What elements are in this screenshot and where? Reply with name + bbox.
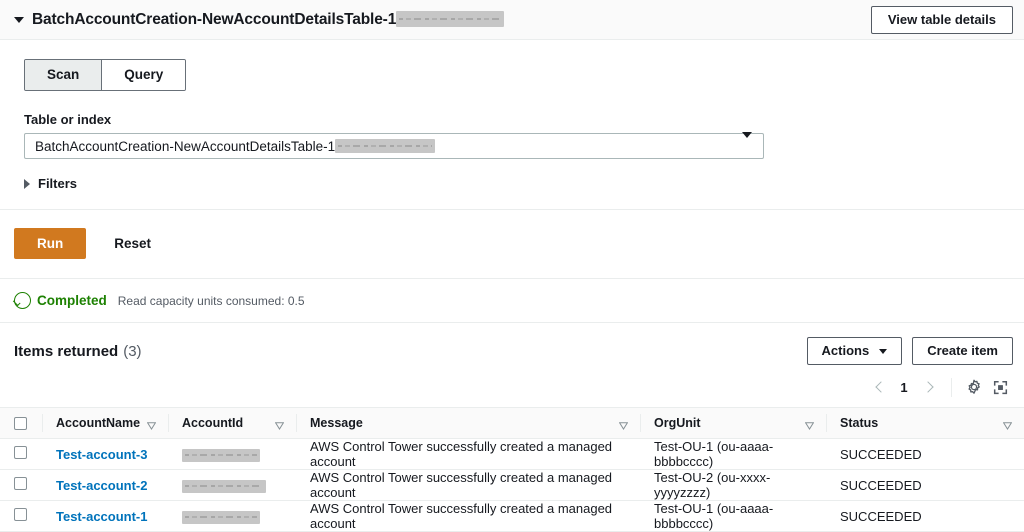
- results-header: Items returned (3) Actions Create item: [0, 323, 1024, 365]
- select-all-checkbox[interactable]: [14, 416, 27, 430]
- page-number-1[interactable]: 1: [893, 380, 915, 395]
- pagination: 1: [0, 365, 1024, 400]
- cell-accountname: Test-account-3: [42, 438, 168, 470]
- query-status: Completed Read capacity units consumed: …: [0, 279, 1024, 309]
- page-title: BatchAccountCreation-NewAccountDetailsTa…: [32, 10, 505, 29]
- row-checkbox[interactable]: [14, 508, 27, 521]
- column-header-status[interactable]: Status: [826, 407, 1024, 439]
- table-or-index-value-text: BatchAccountCreation-NewAccountDetailsTa…: [35, 138, 336, 154]
- redacted-account-id: [182, 479, 266, 493]
- account-name-link[interactable]: Test-account-1: [56, 509, 148, 524]
- query-panel: Scan Query Table or index BatchAccountCr…: [0, 40, 1024, 532]
- redacted-title-suffix: [396, 11, 505, 28]
- redacted-table-suffix: [335, 139, 436, 153]
- caret-down-icon[interactable]: [742, 132, 752, 154]
- cell-message: AWS Control Tower successfully created a…: [296, 469, 640, 501]
- page-title-text: BatchAccountCreation-NewAccountDetailsTa…: [32, 10, 397, 28]
- cell-orgunit: Test-OU-2 (ou-xxxx-yyyyzzzz): [640, 469, 826, 501]
- cell-status: SUCCEEDED: [826, 469, 1024, 501]
- column-header-status-label: Status: [840, 416, 879, 430]
- table-header: AccountName AccountId Message OrgUnit St…: [0, 407, 1024, 439]
- column-header-accountname[interactable]: AccountName: [42, 407, 168, 439]
- chevron-right-icon[interactable]: [915, 374, 943, 400]
- caret-right-icon: [24, 178, 30, 189]
- cell-accountname: Test-account-2: [42, 469, 168, 501]
- redacted-account-id: [182, 510, 260, 524]
- tab-scan[interactable]: Scan: [25, 60, 102, 90]
- column-header-accountname-label: AccountName: [56, 416, 141, 430]
- view-table-details-button[interactable]: View table details: [870, 5, 1013, 34]
- check-circle-icon: [14, 292, 31, 309]
- tab-query[interactable]: Query: [102, 60, 186, 90]
- row-select-cell: [0, 438, 42, 470]
- cell-accountid: [168, 469, 296, 501]
- cell-orgunit: Test-OU-1 (ou-aaaa-bbbbcccc): [640, 500, 826, 532]
- cell-orgunit: Test-OU-1 (ou-aaaa-bbbbcccc): [640, 438, 826, 470]
- column-header-message[interactable]: Message: [296, 407, 640, 439]
- table-row[interactable]: Test-account-2 AWS Control Tower success…: [0, 469, 1024, 501]
- actions-button[interactable]: Actions: [806, 337, 903, 365]
- items-table: AccountName AccountId Message OrgUnit St…: [0, 407, 1024, 532]
- run-button[interactable]: Run: [14, 228, 87, 259]
- column-header-orgunit[interactable]: OrgUnit: [640, 407, 826, 439]
- row-select-cell: [0, 469, 42, 501]
- sort-descending-icon[interactable]: [804, 419, 815, 430]
- sort-descending-icon[interactable]: [274, 419, 285, 430]
- results-action-buttons: Actions Create item: [806, 337, 1013, 365]
- gear-icon[interactable]: [961, 374, 987, 400]
- dynamodb-explore-items-page: BatchAccountCreation-NewAccountDetailsTa…: [0, 0, 1024, 532]
- expand-icon[interactable]: [987, 374, 1013, 400]
- table-or-index-value: BatchAccountCreation-NewAccountDetailsTa…: [35, 138, 436, 154]
- table-row[interactable]: Test-account-3 AWS Control Tower success…: [0, 438, 1024, 470]
- caret-down-icon: [879, 348, 888, 354]
- account-name-link[interactable]: Test-account-2: [56, 478, 148, 493]
- table-row[interactable]: Test-account-1 AWS Control Tower success…: [0, 500, 1024, 532]
- table-or-index-label: Table or index: [24, 112, 112, 127]
- filters-toggle[interactable]: Filters: [0, 159, 114, 191]
- cell-status: SUCCEEDED: [826, 500, 1024, 532]
- run-reset-row: Run Reset: [0, 210, 1024, 259]
- reset-button[interactable]: Reset: [100, 230, 165, 257]
- account-name-link[interactable]: Test-account-3: [56, 447, 148, 462]
- page-header: BatchAccountCreation-NewAccountDetailsTa…: [0, 0, 1024, 40]
- redacted-account-id: [182, 448, 260, 462]
- items-returned-title: Items returned: [14, 342, 119, 360]
- scan-query-toggle-row: Scan Query: [0, 40, 1024, 91]
- cell-accountid: [168, 500, 296, 532]
- create-item-button[interactable]: Create item: [912, 337, 1013, 365]
- cell-message: AWS Control Tower successfully created a…: [296, 438, 640, 470]
- row-checkbox[interactable]: [14, 446, 27, 459]
- column-header-accountid[interactable]: AccountId: [168, 407, 296, 439]
- column-header-accountid-label: AccountId: [182, 416, 244, 430]
- read-capacity-text: Read capacity units consumed: 0.5: [117, 293, 305, 308]
- cell-status: SUCCEEDED: [826, 438, 1024, 470]
- cell-accountname: Test-account-1: [42, 500, 168, 532]
- table-header-row: AccountName AccountId Message OrgUnit St…: [0, 407, 1024, 439]
- actions-button-label: Actions: [821, 343, 870, 358]
- column-header-orgunit-label: OrgUnit: [654, 416, 701, 430]
- scan-query-segmented-control[interactable]: Scan Query: [24, 59, 187, 91]
- row-checkbox[interactable]: [14, 477, 27, 490]
- pagination-divider: [951, 377, 952, 397]
- cell-message: AWS Control Tower successfully created a…: [296, 500, 640, 532]
- sort-descending-icon[interactable]: [146, 419, 157, 430]
- caret-down-icon[interactable]: [12, 13, 25, 26]
- sort-descending-icon[interactable]: [1002, 419, 1013, 430]
- status-badge: Completed: [37, 293, 107, 308]
- filters-label: Filters: [38, 176, 78, 191]
- column-header-message-label: Message: [310, 416, 363, 430]
- items-returned-count: (3): [123, 342, 142, 360]
- select-all-header: [0, 407, 42, 439]
- cell-accountid: [168, 438, 296, 470]
- sort-descending-icon[interactable]: [618, 419, 629, 430]
- chevron-left-icon[interactable]: [865, 374, 893, 400]
- table-or-index-select[interactable]: BatchAccountCreation-NewAccountDetailsTa…: [24, 132, 764, 159]
- row-select-cell: [0, 500, 42, 532]
- items-table-wrapper: AccountName AccountId Message OrgUnit St…: [0, 407, 1024, 532]
- table-or-index-field: Table or index BatchAccountCreation-NewA…: [0, 91, 1024, 159]
